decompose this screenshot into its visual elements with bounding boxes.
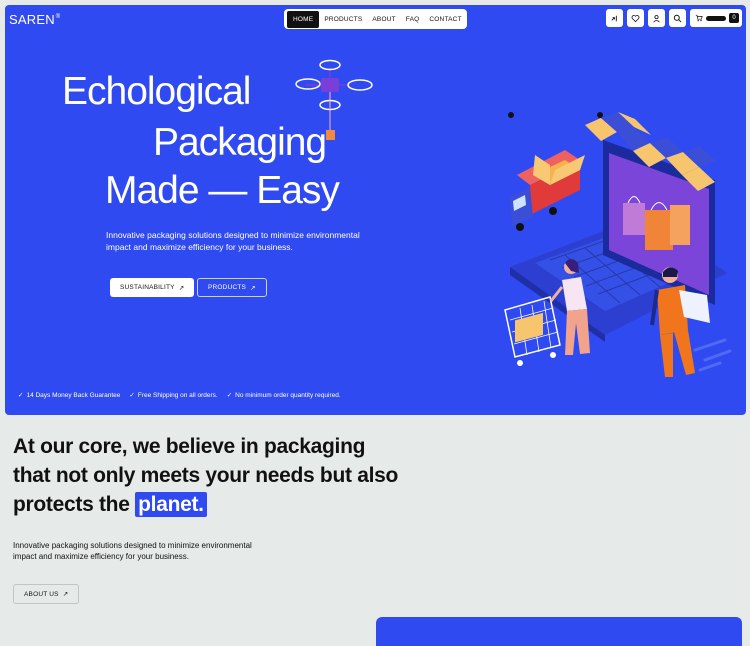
hero-headline-line3: Made — Easy <box>105 169 340 212</box>
sustainability-button-label: SUSTAINABILITY <box>120 284 175 291</box>
products-button-label: PRODUCTS <box>208 284 247 291</box>
hero-headline-line2: Packaging <box>153 121 327 164</box>
check-icon: ✓ <box>226 392 233 399</box>
arrow-up-right-icon: ↗ <box>62 591 69 598</box>
arrow-up-right-icon: ↗ <box>250 284 256 292</box>
about-heading-highlight: planet. <box>135 492 207 517</box>
feature-card <box>376 617 742 646</box>
guarantee-item: ✓ 14 Days Money Back Guarantee <box>18 391 121 400</box>
hero-headline-line1: Echological <box>62 70 251 113</box>
guarantee-item: ✓ No minimum order quantity required. <box>226 391 341 400</box>
guarantee-list: ✓ 14 Days Money Back Guarantee ✓ Free Ship… <box>18 391 341 400</box>
guarantee-text: Free Shipping on all orders. <box>137 391 218 399</box>
hero-lead-text: Innovative packaging solutions designed … <box>106 230 360 252</box>
check-icon: ✓ <box>18 392 24 399</box>
arrow-up-right-icon: ↗ <box>178 284 185 292</box>
about-us-button-label: ABOUT US <box>24 590 59 598</box>
about-text: Innovative packaging solutions designed … <box>13 541 252 561</box>
hero-section: SAREN® HOME PRODUCTS ABOUT FAQ CONTACT 0 <box>5 5 746 415</box>
guarantee-text: No minimum order quantity required. <box>235 391 341 399</box>
guarantee-item: ✓ Free Shipping on all orders. <box>129 391 218 400</box>
check-icon: ✓ <box>129 392 135 399</box>
about-us-button[interactable]: ABOUT US ↗ <box>13 584 80 604</box>
guarantee-text: 14 Days Money Back Guarantee <box>26 391 121 399</box>
sustainability-button[interactable]: SUSTAINABILITY ↗ <box>110 278 195 297</box>
products-button[interactable]: PRODUCTS ↗ <box>197 278 267 297</box>
about-heading: At our core, we believe in packaging tha… <box>13 432 403 519</box>
